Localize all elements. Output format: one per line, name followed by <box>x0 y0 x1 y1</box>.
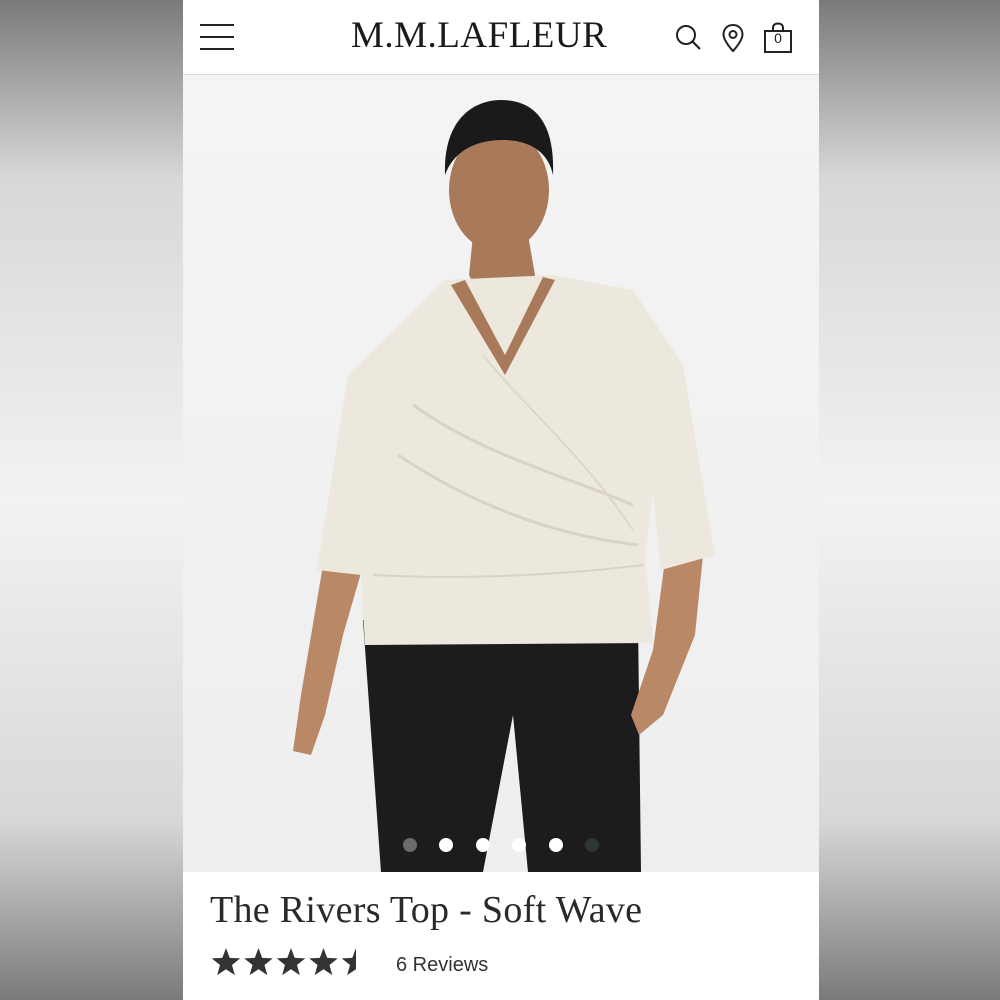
site-header: M.M.LAFLEUR 0 <box>183 0 819 75</box>
reviews-link[interactable]: 6 Reviews <box>396 954 488 977</box>
location-pin-icon[interactable] <box>718 22 748 54</box>
hamburger-menu-icon[interactable] <box>200 24 234 50</box>
gallery-dot[interactable] <box>439 837 454 852</box>
rating-star-icon <box>341 948 371 976</box>
product-image[interactable] <box>183 75 819 872</box>
brand-logo[interactable]: M.M.LAFLEUR <box>351 14 651 58</box>
gallery-dot[interactable] <box>402 837 417 852</box>
rating-star-icon <box>276 948 306 976</box>
gallery-dot[interactable] <box>475 837 490 852</box>
gallery-dot[interactable] <box>585 837 600 852</box>
cart-count: 0 <box>774 30 782 46</box>
shopping-bag-icon[interactable]: 0 <box>763 22 793 54</box>
gallery-dot[interactable] <box>548 837 563 852</box>
gallery-dot[interactable] <box>512 837 527 852</box>
gallery-pagination <box>183 836 819 852</box>
model-photo <box>183 75 819 872</box>
left-background <box>0 0 183 1000</box>
product-title: The Rivers Top - Soft Wave <box>210 889 643 931</box>
rating-star-icon <box>244 948 273 976</box>
search-icon[interactable] <box>674 22 704 54</box>
mobile-page: M.M.LAFLEUR 0 The Rivers Top - Soft Wave… <box>183 0 819 1000</box>
rating-star-icon <box>211 948 241 976</box>
rating-stars <box>211 948 371 976</box>
rating-star-icon <box>309 948 338 976</box>
right-background <box>819 0 1000 1000</box>
